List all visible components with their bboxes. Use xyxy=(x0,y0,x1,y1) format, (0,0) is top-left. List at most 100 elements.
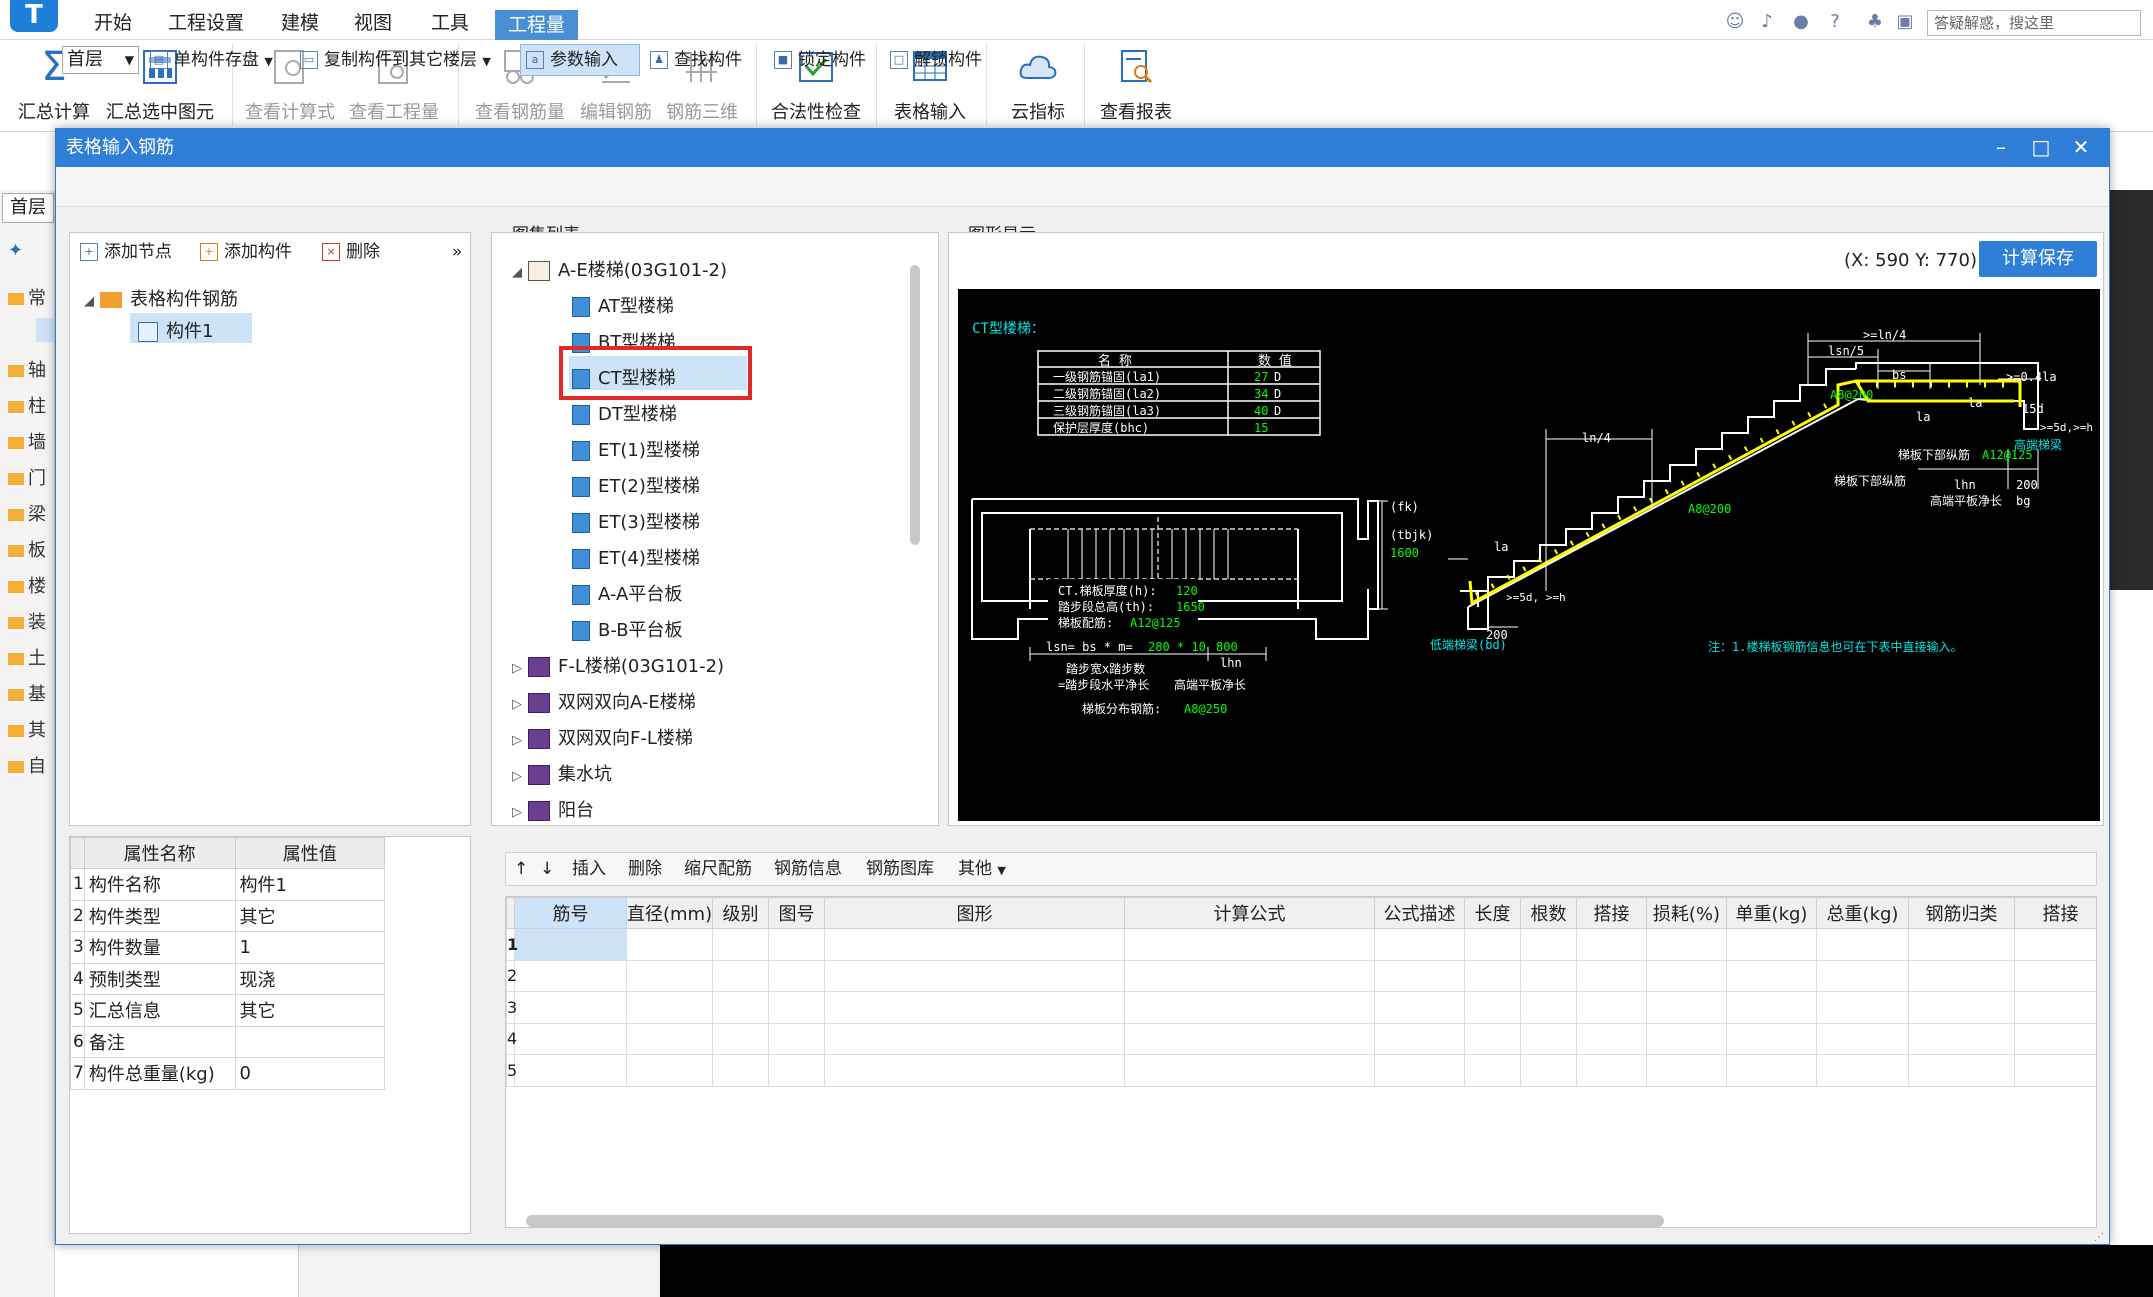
save-single-button[interactable]: ▤ 单构件存盘 ▼ xyxy=(150,46,273,74)
grid-cell[interactable] xyxy=(1124,991,1375,1024)
pin-icon[interactable]: ✦ xyxy=(8,240,23,261)
grid-cell[interactable] xyxy=(626,928,713,961)
table-row[interactable]: 4 预制类型 现浇 xyxy=(70,962,385,995)
layer-item[interactable]: 土 xyxy=(8,644,46,670)
grid-delete-button[interactable]: 删除 xyxy=(628,855,662,883)
grid-cell[interactable] xyxy=(1726,991,1817,1024)
layer-item[interactable]: 梁 xyxy=(8,500,46,526)
col-header[interactable]: 图形 xyxy=(824,897,1125,929)
tree-child[interactable]: 构件1 xyxy=(138,317,213,343)
rebar-library-button[interactable]: 钢筋图库 xyxy=(866,855,934,883)
lock-component-button[interactable]: ■ 锁定构件 xyxy=(774,46,866,74)
table-row[interactable]: 3 xyxy=(506,991,2096,1024)
table-row[interactable]: 5 汇总信息 其它 xyxy=(70,994,385,1027)
floor-select[interactable]: 首层 ▼ xyxy=(62,46,139,74)
grid-cell[interactable] xyxy=(768,1054,825,1087)
calc-save-button[interactable]: 计算保存 xyxy=(1979,241,2097,277)
grid-cell[interactable] xyxy=(768,1022,825,1055)
grid-cell[interactable] xyxy=(2014,928,2096,961)
table-row[interactable]: 6 备注 xyxy=(70,1025,385,1058)
layer-item-selected[interactable] xyxy=(36,318,54,342)
menu-start[interactable]: 开始 xyxy=(94,8,132,35)
col-header[interactable]: 搭接 xyxy=(1576,897,1647,929)
table-row[interactable]: 1 xyxy=(506,928,2096,961)
grid-cell[interactable] xyxy=(1464,959,1521,992)
grid-cell[interactable] xyxy=(1816,959,1909,992)
table-row[interactable]: 3 构件数量 1 xyxy=(70,931,385,964)
grid-cell[interactable] xyxy=(1576,959,1647,992)
grid-cell[interactable] xyxy=(1816,1054,1909,1087)
layer-item[interactable]: 轴 xyxy=(8,356,46,382)
grid-cell[interactable] xyxy=(1576,1022,1647,1055)
grid-cell[interactable] xyxy=(1464,928,1521,961)
grid-horizontal-scrollbar[interactable] xyxy=(526,1215,1664,1227)
grid-cell[interactable] xyxy=(2014,959,2096,992)
bell-icon[interactable]: ♪ xyxy=(1756,12,1778,32)
layer-item[interactable]: 楼 xyxy=(8,572,46,598)
grid-cell[interactable] xyxy=(1646,928,1727,961)
window-icon[interactable]: ▣ xyxy=(1894,12,1916,32)
table-row[interactable]: 5 xyxy=(506,1054,2096,1087)
other-menu-button[interactable]: 其他 ▼ xyxy=(958,855,1006,883)
grid-cell[interactable] xyxy=(824,991,1125,1024)
grid-cell[interactable] xyxy=(1374,1022,1465,1055)
grid-cell[interactable] xyxy=(1374,959,1465,992)
atlas-item-at[interactable]: AT型楼梯 xyxy=(572,292,674,318)
table-row[interactable]: 2 构件类型 其它 xyxy=(70,899,385,932)
grid-cell[interactable] xyxy=(2014,991,2096,1024)
atlas-scrollbar[interactable] xyxy=(910,265,920,545)
grid-cell[interactable] xyxy=(1374,1054,1465,1087)
search-input[interactable]: 答疑解惑，搜这里 xyxy=(1927,10,2141,36)
menu-quantity[interactable]: 工程量 xyxy=(495,10,578,40)
col-header[interactable]: 计算公式 xyxy=(1124,897,1375,929)
close-icon[interactable]: ✕ xyxy=(2061,129,2101,167)
grid-cell[interactable] xyxy=(1576,928,1647,961)
resize-grip-icon[interactable]: ⋰ xyxy=(2094,1232,2106,1244)
grid-cell[interactable] xyxy=(824,1054,1125,1087)
copy-floor-button[interactable]: ▭ 复制构件到其它楼层 ▼ xyxy=(300,46,491,74)
grid-cell[interactable] xyxy=(514,1054,627,1087)
col-header[interactable]: 直径(mm) xyxy=(626,897,713,929)
atlas-item-dt[interactable]: DT型楼梯 xyxy=(572,400,677,426)
grid-cell[interactable] xyxy=(824,928,1125,961)
table-row[interactable]: 2 xyxy=(506,959,2096,992)
prop-value[interactable]: 其它 xyxy=(234,994,385,1027)
grid-cell[interactable] xyxy=(514,959,627,992)
col-header[interactable]: 长度 xyxy=(1464,897,1521,929)
grid-cell[interactable] xyxy=(1576,1054,1647,1087)
minimize-icon[interactable]: – xyxy=(1981,129,2021,167)
stair-drawing[interactable]: CT型楼梯： 名 称 数 值 一级钢筋锚固(la1) 27 D 二级钢筋锚固(l… xyxy=(958,289,2100,821)
grid-cell[interactable] xyxy=(1908,959,2015,992)
grid-cell[interactable] xyxy=(1464,1054,1521,1087)
grid-cell[interactable] xyxy=(1646,959,1727,992)
atlas-group-fl[interactable]: ▷ F-L楼梯(03G101-2) xyxy=(512,652,724,678)
grid-cell[interactable] xyxy=(1520,959,1577,992)
insert-button[interactable]: 插入 xyxy=(572,855,606,883)
grid-cell[interactable] xyxy=(1726,1054,1817,1087)
atlas-group-dn-fl[interactable]: ▷ 双网双向F-L楼梯 xyxy=(512,724,693,750)
menu-project-settings[interactable]: 工程设置 xyxy=(168,8,244,35)
col-header[interactable]: 根数 xyxy=(1520,897,1577,929)
col-header[interactable]: 单重(kg) xyxy=(1726,897,1817,929)
layer-item[interactable]: 装 xyxy=(8,608,46,634)
prop-value[interactable]: 1 xyxy=(234,931,385,964)
grid-cell[interactable] xyxy=(768,991,825,1024)
add-component-button[interactable]: + 添加构件 xyxy=(200,238,292,266)
shirt-icon[interactable]: ♣ xyxy=(1864,12,1886,32)
delete-button[interactable]: × 删除 xyxy=(322,238,380,266)
grid-cell[interactable] xyxy=(1124,1022,1375,1055)
grid-cell[interactable] xyxy=(2014,1022,2096,1055)
col-header[interactable]: 搭接 xyxy=(2014,897,2096,929)
grid-cell[interactable] xyxy=(712,1054,769,1087)
grid-cell[interactable] xyxy=(1520,1022,1577,1055)
col-header[interactable]: 总重(kg) xyxy=(1816,897,1909,929)
rebar-info-button[interactable]: 钢筋信息 xyxy=(774,855,842,883)
grid-cell[interactable] xyxy=(1520,928,1577,961)
grid-cell[interactable] xyxy=(1646,991,1727,1024)
layer-item[interactable]: 其 xyxy=(8,716,46,742)
atlas-item-et2[interactable]: ET(2)型楼梯 xyxy=(572,472,700,498)
maximize-icon[interactable]: □ xyxy=(2021,129,2061,167)
grid-cell[interactable] xyxy=(1726,959,1817,992)
atlas-item-et4[interactable]: ET(4)型楼梯 xyxy=(572,544,700,570)
help-icon[interactable]: ? xyxy=(1824,12,1846,32)
